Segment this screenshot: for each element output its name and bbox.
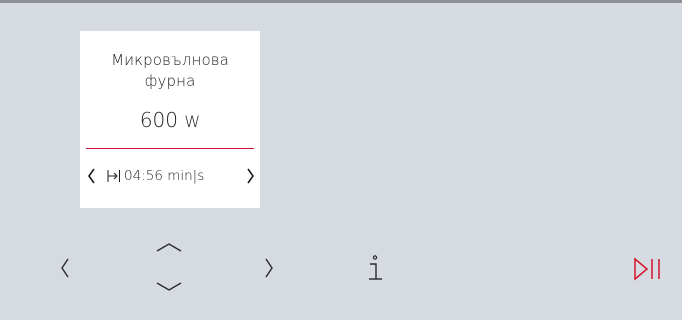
duration-text: 04:56 min|s <box>124 167 204 185</box>
info-button[interactable] <box>366 254 384 282</box>
info-icon <box>369 255 382 280</box>
chevron-right-icon <box>265 258 273 278</box>
chevron-right-icon <box>247 168 254 184</box>
start-pause-button[interactable] <box>632 256 664 282</box>
nav-right-button[interactable] <box>262 256 276 280</box>
timer-end-icon <box>107 170 120 182</box>
duration-increase-button[interactable] <box>244 165 256 187</box>
nav-left-button[interactable] <box>58 256 72 280</box>
nav-up-button[interactable] <box>155 240 183 254</box>
duration-decrease-button[interactable] <box>86 165 98 187</box>
mode-name-line-1: Микровълнова <box>111 51 229 69</box>
chevron-left-icon <box>61 258 69 278</box>
power-unit: W <box>184 112 201 131</box>
mode-name: Микровълнова фурна <box>80 50 260 92</box>
accent-divider <box>86 148 254 149</box>
nav-down-button[interactable] <box>155 280 183 294</box>
chevron-down-icon <box>156 282 182 291</box>
duration-unit: min|s <box>167 168 205 184</box>
duration-row: 04:56 min|s <box>80 165 260 187</box>
power-value: 600 <box>139 108 178 132</box>
top-border <box>0 0 682 3</box>
mode-name-line-2: фурна <box>144 72 196 90</box>
power-display: 600 W <box>80 107 260 135</box>
start-pause-icon <box>634 257 660 281</box>
chevron-left-icon <box>88 168 95 184</box>
duration-value: 04:56 <box>124 168 163 184</box>
chevron-up-icon <box>156 243 182 252</box>
program-card[interactable]: Микровълнова фурна 600 W 04:56 min|s <box>80 31 260 208</box>
